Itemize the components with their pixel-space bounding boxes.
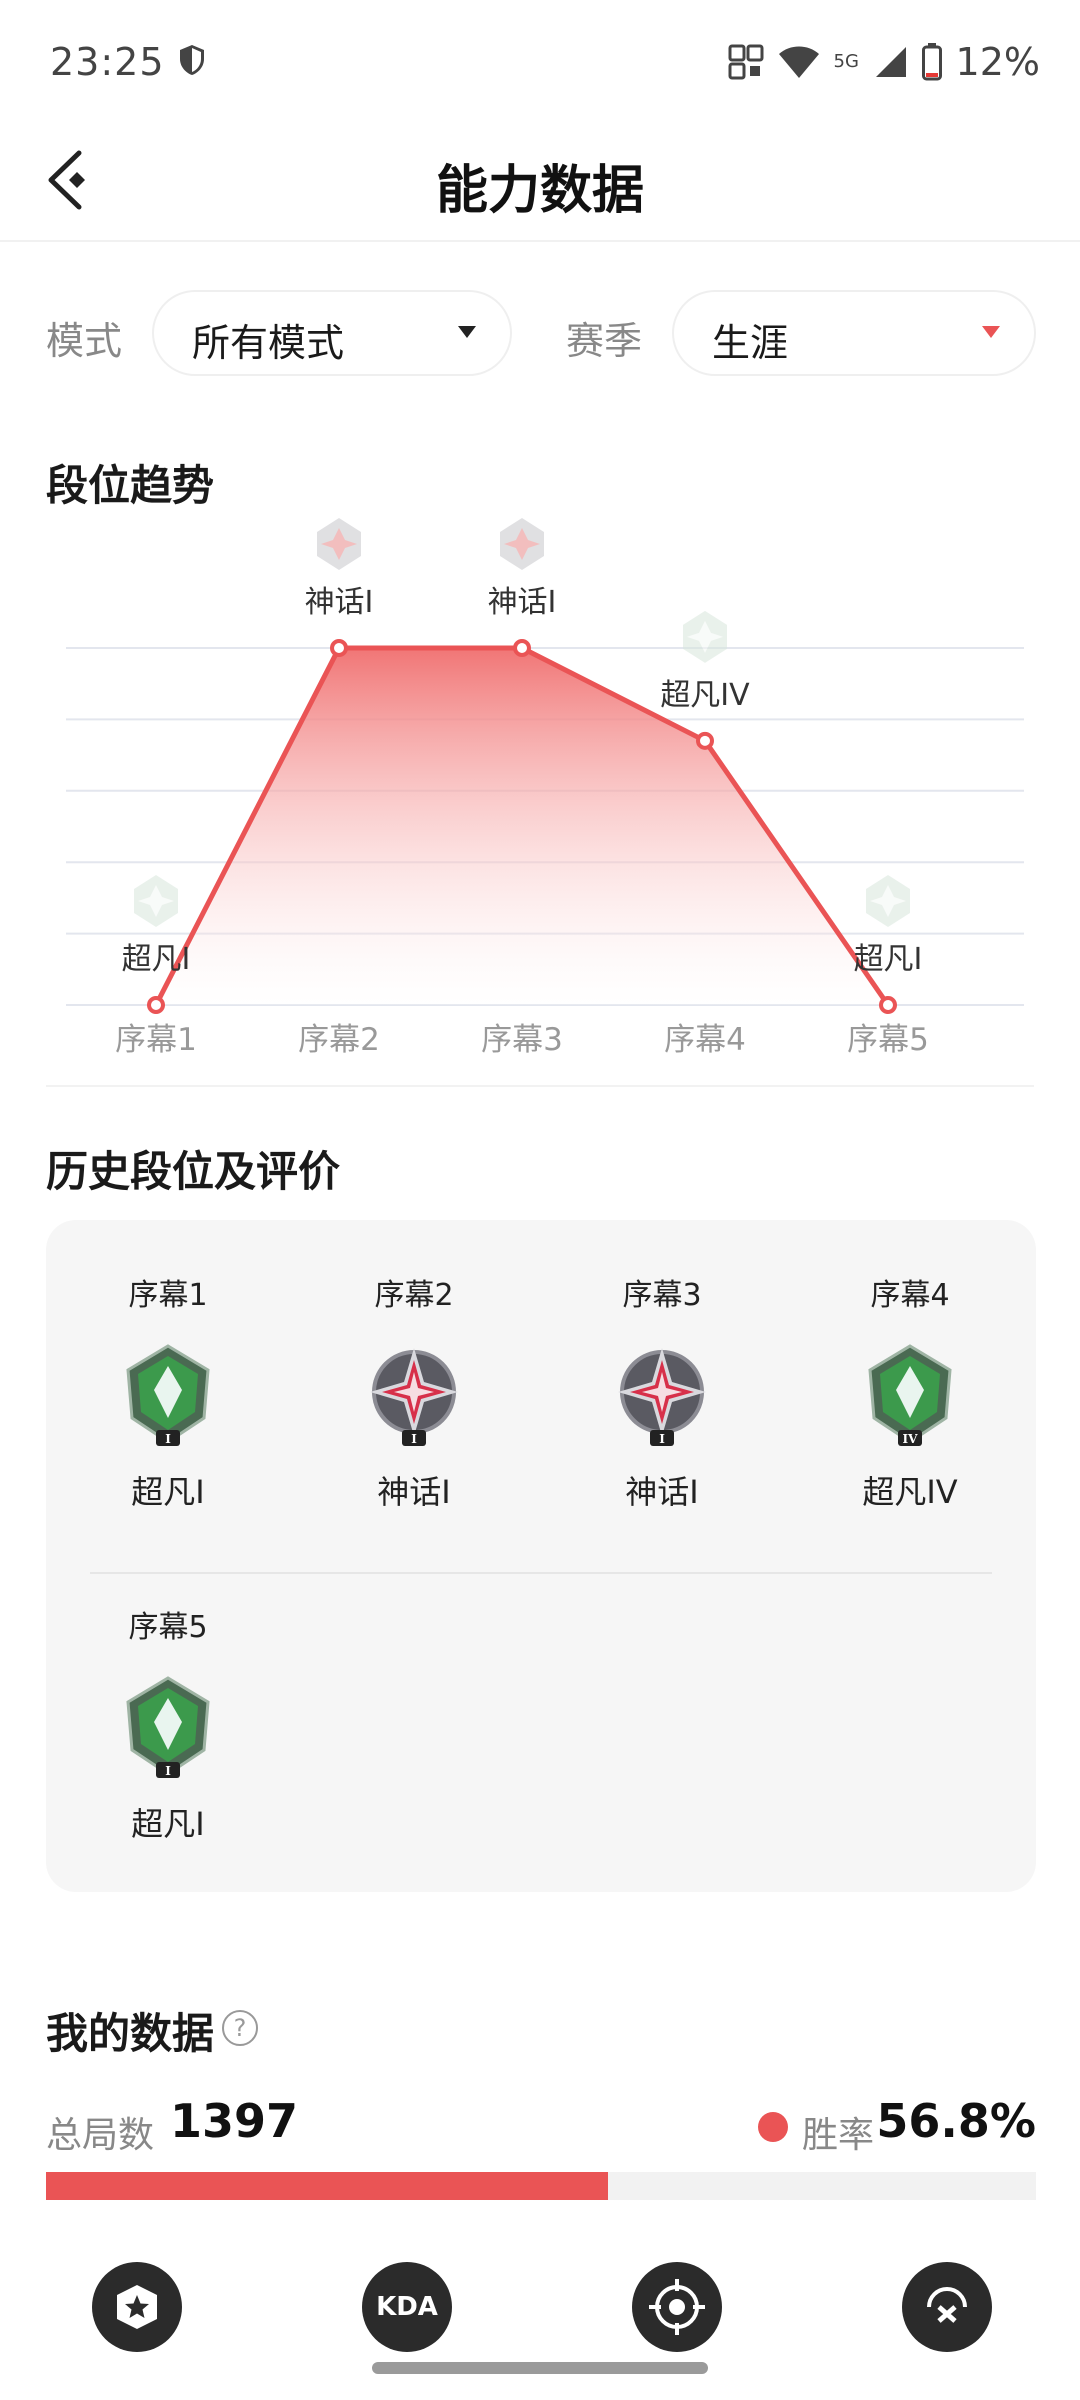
mode-select[interactable]: 所有模式 — [152, 290, 512, 376]
history-item-rank: 神话I — [625, 1473, 699, 1511]
rank-badge-icon — [134, 875, 178, 927]
battery-percent: 12% — [955, 40, 1040, 84]
network-label: 5G — [833, 51, 859, 72]
battery-icon — [921, 43, 942, 81]
total-games-value: 1397 — [170, 2094, 299, 2148]
chevron-down-icon — [982, 326, 1000, 338]
mode-label: 模式 — [46, 319, 123, 363]
status-right: 5G 12% — [728, 40, 1040, 84]
history-item-rank: 超凡IV — [862, 1473, 958, 1511]
target-icon — [649, 2279, 705, 2335]
header-bar: 能力数据 — [0, 120, 1080, 242]
win-rate-dot — [758, 2112, 788, 2142]
target-tab-icon[interactable] — [632, 2262, 722, 2352]
history-item-label: 序幕2 — [374, 1278, 454, 1313]
crosshair-icon — [927, 2287, 967, 2323]
svg-text:IV: IV — [903, 1432, 919, 1446]
rank-badge-icon: IV — [868, 1344, 952, 1446]
history-section-title: 历史段位及评价 — [46, 1147, 341, 1196]
rank-badge-icon — [866, 875, 910, 927]
history-panel: 序幕1 I 超凡I 序幕2 I 神话I 序幕3 I 神话I 序幕4 IV 超凡I… — [46, 1220, 1036, 1892]
home-indicator — [372, 2362, 708, 2374]
mydata-section-title: 我的数据 — [46, 2009, 215, 2058]
rank-badge-icon: I — [126, 1676, 210, 1778]
history-item-label: 序幕3 — [622, 1278, 702, 1313]
help-icon[interactable]: ? — [222, 2010, 258, 2046]
season-select[interactable]: 生涯 — [672, 290, 1036, 376]
rank-badge-icon — [317, 518, 361, 570]
x-tick-label: 序幕3 — [481, 1022, 563, 1058]
wifi-icon — [778, 46, 819, 78]
data-point — [147, 996, 165, 1014]
history-item-label: 序幕1 — [128, 1278, 208, 1313]
history-item-rank: 神话I — [377, 1473, 451, 1511]
point-label: 超凡I — [122, 942, 191, 977]
rank-badge-icon: I — [370, 1348, 458, 1446]
nfc-icon — [728, 44, 764, 80]
chevron-down-icon — [458, 326, 476, 338]
rank-badge-icon — [683, 610, 727, 663]
mode-select-value: 所有模式 — [192, 321, 345, 365]
data-point — [696, 731, 714, 750]
rank-badge-icon — [500, 518, 544, 570]
x-tick-label: 序幕2 — [298, 1022, 380, 1058]
svg-text:I: I — [411, 1432, 417, 1446]
section-divider — [46, 1085, 1034, 1087]
filter-bar: 模式 所有模式 赛季 生涯 — [46, 290, 1036, 376]
crosshair-tab-icon[interactable] — [902, 2262, 992, 2352]
win-rate-progress-fill — [46, 2172, 609, 2200]
history-item[interactable]: 序幕4 IV 超凡IV — [810, 1276, 1010, 1514]
history-item-label: 序幕5 — [128, 1610, 208, 1645]
bottom-tab-bar: KDA — [0, 2240, 1080, 2352]
win-rate-value: 56.8% — [876, 2094, 1036, 2148]
point-label: 神话I — [305, 585, 374, 620]
point-label: 神话I — [488, 585, 557, 620]
rank-badge-icon: I — [618, 1348, 706, 1446]
x-tick-label: 序幕1 — [115, 1022, 197, 1058]
data-point — [330, 639, 348, 657]
win-rate-progress — [46, 2172, 1036, 2200]
x-tick-label: 序幕5 — [847, 1022, 929, 1058]
stats-row: 总局数 1397 胜率 56.8% — [46, 2092, 1036, 2162]
history-item-rank: 超凡I — [131, 1473, 205, 1511]
history-item-label: 序幕4 — [870, 1278, 950, 1313]
rank-trend-chart: 超凡I 神话I 神话I 超凡IV 超凡I 序幕1 序幕2 序幕3 序幕4 序幕5 — [0, 500, 1080, 1080]
data-point — [513, 639, 531, 657]
kda-tab-icon[interactable]: KDA — [362, 2262, 452, 2352]
x-tick-label: 序幕4 — [664, 1022, 746, 1058]
rank-trend-svg: 超凡I 神话I 神话I 超凡IV 超凡I 序幕1 序幕2 序幕3 序幕4 序幕5 — [66, 518, 1024, 1058]
history-item[interactable]: 序幕1 I 超凡I — [68, 1276, 268, 1514]
win-rate-label: 胜率 — [801, 2115, 874, 2156]
status-time: 23:25 — [50, 40, 165, 84]
signal-icon — [875, 47, 906, 77]
point-label: 超凡IV — [660, 678, 750, 713]
svg-text:I: I — [659, 1432, 665, 1446]
rank-badge-icon: I — [126, 1344, 210, 1446]
point-label: 超凡I — [854, 942, 923, 977]
page-title: 能力数据 — [435, 161, 644, 221]
star-icon — [117, 2285, 157, 2329]
svg-text:I: I — [165, 1432, 171, 1446]
status-bar: 23:25 5G 12% — [0, 0, 1080, 120]
season-select-value: 生涯 — [712, 321, 789, 365]
trend-area — [156, 648, 888, 1005]
total-games-label: 总局数 — [46, 2115, 155, 2156]
shield-icon — [180, 45, 204, 75]
history-item-rank: 超凡I — [131, 1805, 205, 1843]
star-tab-icon[interactable] — [92, 2262, 182, 2352]
svg-text:I: I — [165, 1764, 171, 1778]
history-item[interactable]: 序幕2 I 神话I — [314, 1276, 514, 1514]
season-label: 赛季 — [566, 319, 643, 363]
history-divider — [90, 1572, 992, 1574]
history-item[interactable]: 序幕3 I 神话I — [562, 1276, 762, 1514]
history-item[interactable]: 序幕5 I 超凡I — [68, 1608, 268, 1846]
data-point — [879, 996, 897, 1014]
